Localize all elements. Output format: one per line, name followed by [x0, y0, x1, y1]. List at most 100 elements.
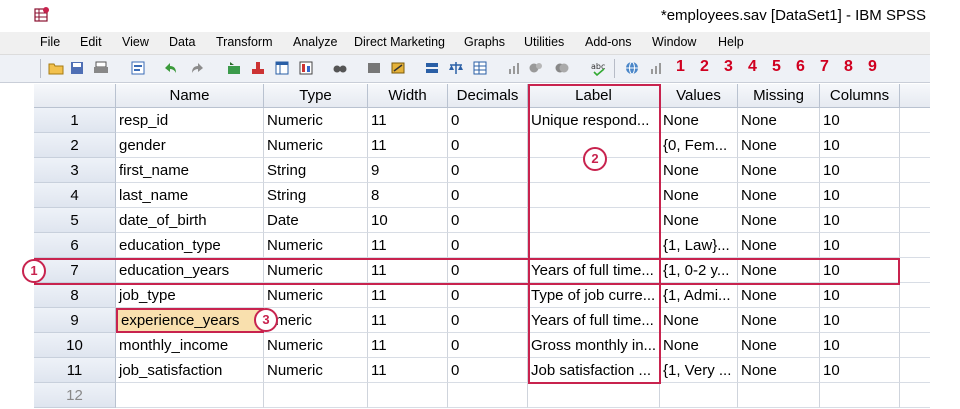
cell-label[interactable]: Unique respond...: [528, 108, 660, 133]
row-number[interactable]: 8: [34, 283, 116, 308]
cell-values[interactable]: None: [660, 108, 738, 133]
row-number[interactable]: 1: [34, 108, 116, 133]
menu-direct-marketing[interactable]: Direct Marketing: [354, 35, 445, 49]
table-row[interactable]: 4 last_name String 8 0 None None 10: [34, 183, 930, 208]
cell-values[interactable]: {1, 0-2 y...: [660, 258, 738, 283]
toolbar-number-5[interactable]: 5: [772, 58, 781, 76]
split-file-icon[interactable]: [424, 60, 440, 76]
cell-columns[interactable]: 10: [820, 158, 900, 183]
undo-icon[interactable]: [162, 60, 178, 76]
cell-decimals[interactable]: 0: [448, 133, 528, 158]
value-labels-icon[interactable]: [506, 60, 522, 76]
row-number[interactable]: 11: [34, 358, 116, 383]
column-header-decimals[interactable]: Decimals: [448, 84, 528, 108]
cell-type[interactable]: Numeric: [264, 283, 368, 308]
cell-missing[interactable]: None: [738, 358, 820, 383]
toolbar-number-4[interactable]: 4: [748, 58, 757, 76]
cell-label[interactable]: [528, 208, 660, 233]
cell-width[interactable]: 11: [368, 133, 448, 158]
cell-width[interactable]: 11: [368, 258, 448, 283]
cell-missing[interactable]: None: [738, 233, 820, 258]
menu-help[interactable]: Help: [718, 35, 744, 49]
cell-width[interactable]: 11: [368, 333, 448, 358]
cell-name[interactable]: job_satisfaction: [116, 358, 264, 383]
cell-label[interactable]: Type of job curre...: [528, 283, 660, 308]
menu-data[interactable]: Data: [169, 35, 195, 49]
table-row[interactable]: 11 job_satisfaction Numeric 11 0 Job satisfac…: [34, 358, 930, 383]
cell-type[interactable]: Numeric: [264, 333, 368, 358]
cell-type[interactable]: Numeric: [264, 258, 368, 283]
cell-type[interactable]: Date: [264, 208, 368, 233]
cell-values[interactable]: None: [660, 183, 738, 208]
cell-decimals[interactable]: 0: [448, 233, 528, 258]
menu-view[interactable]: View: [122, 35, 149, 49]
table-row[interactable]: 6 education_type Numeric 11 0 {1, Law}... None…: [34, 233, 930, 258]
menu-analyze[interactable]: Analyze: [293, 35, 337, 49]
toolbar-number-8[interactable]: 8: [844, 58, 853, 76]
cell-missing[interactable]: None: [738, 308, 820, 333]
cell-label[interactable]: Job satisfaction ...: [528, 358, 660, 383]
row-number[interactable]: 6: [34, 233, 116, 258]
cell-decimals[interactable]: 0: [448, 333, 528, 358]
cell-label[interactable]: Gross monthly in...: [528, 333, 660, 358]
cell-name[interactable]: [116, 383, 264, 408]
cell-name[interactable]: gender: [116, 133, 264, 158]
cell-label[interactable]: Years of full time...: [528, 258, 660, 283]
menu-window[interactable]: Window: [652, 35, 696, 49]
run-descriptives-icon[interactable]: [298, 60, 314, 76]
scale-icon[interactable]: [648, 60, 664, 76]
cell-width[interactable]: 11: [368, 108, 448, 133]
cell-columns[interactable]: 10: [820, 108, 900, 133]
menu-edit[interactable]: Edit: [80, 35, 102, 49]
cell-missing[interactable]: None: [738, 133, 820, 158]
column-header-type[interactable]: Type: [264, 84, 368, 108]
open-icon[interactable]: [48, 60, 64, 76]
use-sets-icon[interactable]: [528, 60, 544, 76]
cell-columns[interactable]: 10: [820, 233, 900, 258]
goto-variable-icon[interactable]: [250, 60, 266, 76]
cell-missing[interactable]: None: [738, 333, 820, 358]
toolbar-number-6[interactable]: 6: [796, 58, 805, 76]
menu-add-ons[interactable]: Add-ons: [585, 35, 632, 49]
cell-decimals[interactable]: 0: [448, 108, 528, 133]
cell-missing[interactable]: None: [738, 158, 820, 183]
cell-type[interactable]: [264, 383, 368, 408]
toolbar-number-3[interactable]: 3: [724, 58, 733, 76]
cell-name[interactable]: first_name: [116, 158, 264, 183]
toolbar-number-2[interactable]: 2: [700, 58, 709, 76]
cell-type[interactable]: Numeric: [264, 358, 368, 383]
goto-case-icon[interactable]: [226, 60, 242, 76]
cell-columns[interactable]: [820, 383, 900, 408]
cell-name[interactable]: date_of_birth: [116, 208, 264, 233]
cell-columns[interactable]: 10: [820, 258, 900, 283]
print-icon[interactable]: [93, 60, 109, 76]
table-row[interactable]: 1 resp_id Numeric 11 0 Unique respond... None N…: [34, 108, 930, 133]
cell-name[interactable]: last_name: [116, 183, 264, 208]
insert-variable-icon[interactable]: [390, 60, 406, 76]
cell-decimals[interactable]: 0: [448, 208, 528, 233]
table-row[interactable]: 3 first_name String 9 0 None None 10: [34, 158, 930, 183]
cell-missing[interactable]: None: [738, 208, 820, 233]
table-row[interactable]: 5 date_of_birth Date 10 0 None None 10: [34, 208, 930, 233]
row-number[interactable]: 5: [34, 208, 116, 233]
menu-transform[interactable]: Transform: [216, 35, 273, 49]
toolbar-number-1[interactable]: 1: [676, 58, 685, 76]
cell-label[interactable]: [528, 383, 660, 408]
cell-width[interactable]: 11: [368, 358, 448, 383]
cell-width[interactable]: 11: [368, 233, 448, 258]
cell-type[interactable]: String: [264, 183, 368, 208]
cell-decimals[interactable]: 0: [448, 308, 528, 333]
column-header-values[interactable]: Values: [660, 84, 738, 108]
cell-type[interactable]: umeric: [264, 308, 368, 333]
table-row[interactable]: 12: [34, 383, 930, 408]
row-number[interactable]: 10: [34, 333, 116, 358]
cell-type[interactable]: Numeric: [264, 108, 368, 133]
cell-label[interactable]: [528, 233, 660, 258]
variables-icon[interactable]: [274, 60, 290, 76]
row-number[interactable]: 7: [34, 258, 116, 283]
row-number[interactable]: 12: [34, 383, 116, 408]
cell-type[interactable]: Numeric: [264, 133, 368, 158]
cell-width[interactable]: [368, 383, 448, 408]
cell-values[interactable]: None: [660, 333, 738, 358]
cell-label[interactable]: [528, 183, 660, 208]
